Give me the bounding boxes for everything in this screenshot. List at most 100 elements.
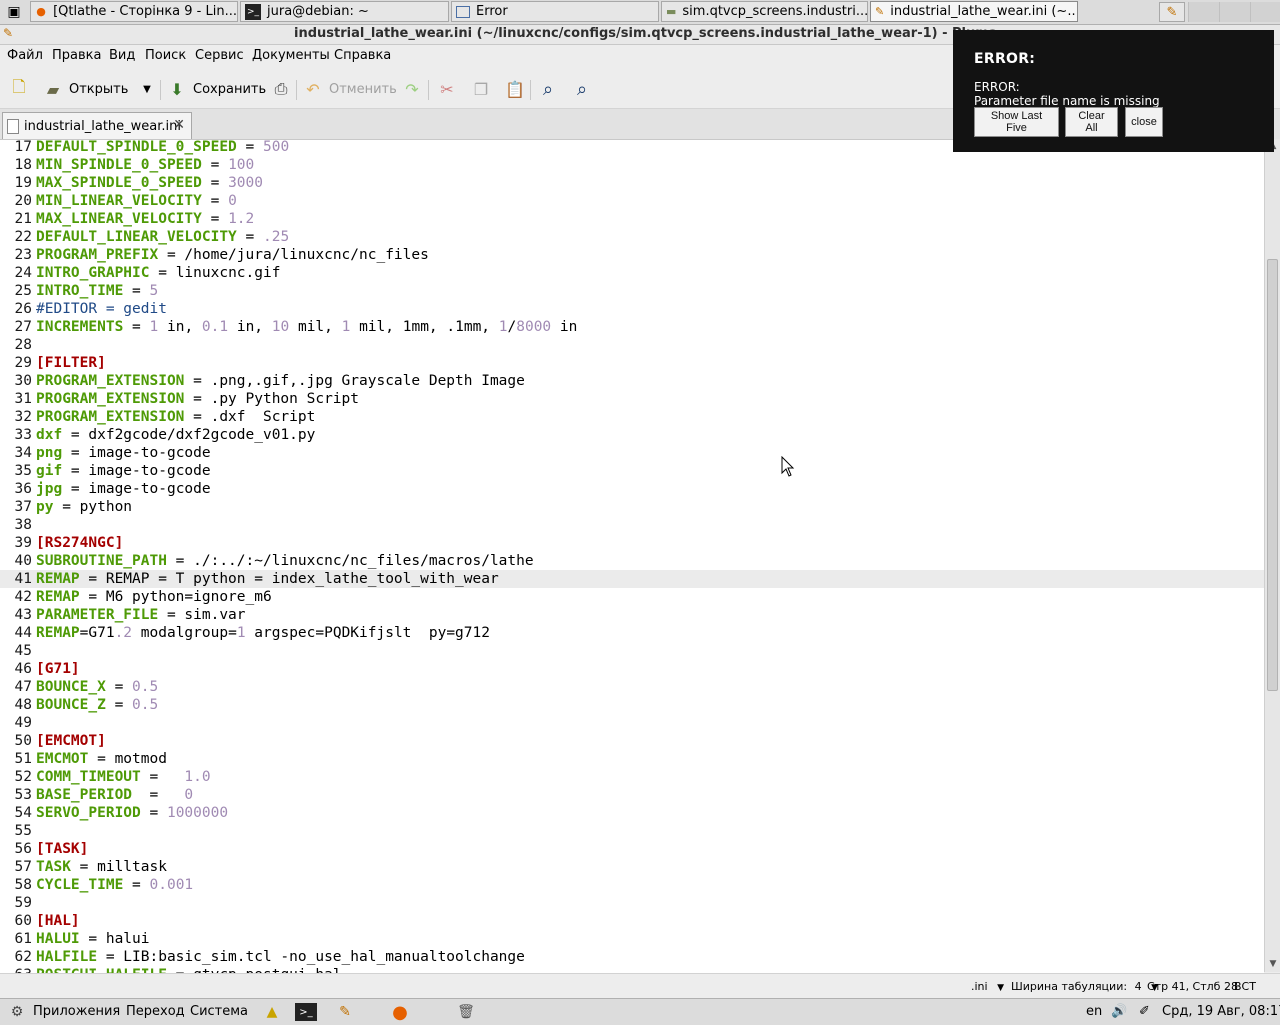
task-file-manager[interactable]: ▬ sim.qtvcp_screens.industri... xyxy=(661,1,868,22)
language-selector[interactable]: .ini ▼ xyxy=(971,980,1004,993)
code-line[interactable]: 29 [FILTER] xyxy=(0,354,1264,372)
code-line[interactable]: 46 [G71] xyxy=(0,660,1264,678)
code-line[interactable]: 24 INTRO_GRAPHIC = linuxcnc.gif xyxy=(0,264,1264,282)
menu-places[interactable]: Переход xyxy=(126,1004,185,1019)
code-line[interactable]: 49 xyxy=(0,714,1264,732)
code-line[interactable]: 56 [TASK] xyxy=(0,840,1264,858)
code-line[interactable]: 58 CYCLE_TIME = 0.001 xyxy=(0,876,1264,894)
code-line[interactable]: 27 INCREMENTS = 1 in, 0.1 in, 10 mil, 1 m… xyxy=(0,318,1264,336)
gnome-foot-icon[interactable]: ⚙ xyxy=(3,1001,31,1023)
code-line[interactable]: 21 MAX_LINEAR_VELOCITY = 1.2 xyxy=(0,210,1264,228)
code-line[interactable]: 32 PROGRAM_EXTENSION = .dxf Script xyxy=(0,408,1264,426)
code-line[interactable]: 48 BOUNCE_Z = 0.5 xyxy=(0,696,1264,714)
show-desktop-icon[interactable]: ▣ xyxy=(2,2,26,22)
menu-edit[interactable]: Правка xyxy=(52,48,101,63)
code-line[interactable]: 52 COMM_TIMEOUT = 1.0 xyxy=(0,768,1264,786)
code-line[interactable]: 35 gif = image-to-gcode xyxy=(0,462,1264,480)
code-line[interactable]: 40 SUBROUTINE_PATH = ./:../:~/linuxcnc/nc… xyxy=(0,552,1264,570)
code-line[interactable]: 50 [EMCMOT] xyxy=(0,732,1264,750)
code-line[interactable]: 38 xyxy=(0,516,1264,534)
code-line[interactable]: 41 REMAP = REMAP = T python = index_lathe… xyxy=(0,570,1264,588)
task-error[interactable]: Error xyxy=(451,1,659,22)
code-line[interactable]: 63 POSTGUI_HALFILE = qtvcp_postgui.hal xyxy=(0,966,1264,973)
code-line[interactable]: 47 BOUNCE_X = 0.5 xyxy=(0,678,1264,696)
trash-icon[interactable]: 🗑 xyxy=(452,1001,480,1023)
volume-icon[interactable]: 🔊 xyxy=(1111,1004,1127,1019)
task-firefox[interactable]: ● [Qtlathe - Сторінка 9 - Lin... xyxy=(30,1,238,22)
task-terminal[interactable]: >_ jura@debian: ~ xyxy=(240,1,449,22)
text-editor[interactable]: 17 DEFAULT_SPINDLE_0_SPEED = 500 18 MIN_SPI… xyxy=(0,139,1264,973)
scroll-down-icon[interactable]: ▼ xyxy=(1267,958,1279,970)
clear-all-button[interactable]: Clear All xyxy=(1065,107,1118,137)
cut-button[interactable]: ✂ xyxy=(436,76,463,102)
workspace-2[interactable] xyxy=(1219,2,1250,22)
paste-button[interactable]: 📋 xyxy=(504,76,531,102)
code-line[interactable]: 44 REMAP=G71.2 modalgroup=1 argspec=PQDKi… xyxy=(0,624,1264,642)
code-line[interactable]: 28 xyxy=(0,336,1264,354)
tab-width-selector[interactable]: Ширина табуляции: 4 ▼ xyxy=(1011,980,1158,993)
code-line[interactable]: 30 PROGRAM_EXTENSION = .png,.gif,.jpg Gra… xyxy=(0,372,1264,390)
code-line[interactable]: 25 INTRO_TIME = 5 xyxy=(0,282,1264,300)
vertical-scrollbar[interactable]: ▲ ▼ xyxy=(1264,139,1280,972)
menu-search[interactable]: Поиск xyxy=(145,48,186,63)
print-button[interactable]: ⎙ xyxy=(270,76,297,102)
code-line[interactable]: 59 xyxy=(0,894,1264,912)
code-line[interactable]: 61 HALUI = halui xyxy=(0,930,1264,948)
open-recent-dropdown[interactable]: ▼ xyxy=(136,76,163,102)
workspace-3[interactable] xyxy=(1250,2,1280,22)
show-last-five-button[interactable]: Show Last Five xyxy=(974,107,1059,137)
menu-view[interactable]: Вид xyxy=(109,48,135,63)
network-icon[interactable]: ✐ xyxy=(1139,1004,1150,1019)
code-line[interactable]: 62 HALFILE = LIB:basic_sim.tcl -no_use_ha… xyxy=(0,948,1264,966)
code-line[interactable]: 26 #EDITOR = gedit xyxy=(0,300,1264,318)
new-button[interactable]: 🗋 xyxy=(8,76,35,102)
find-button[interactable]: ⌕ xyxy=(537,76,564,102)
open-button[interactable]: ▰ Открыть xyxy=(42,76,129,102)
code-line[interactable]: 19 MAX_SPINDLE_0_SPEED = 3000 xyxy=(0,174,1264,192)
menu-file[interactable]: Файл xyxy=(7,48,43,63)
code-line[interactable]: 45 xyxy=(0,642,1264,660)
code-line[interactable]: 43 PARAMETER_FILE = sim.var xyxy=(0,606,1264,624)
scrollbar-thumb[interactable] xyxy=(1267,259,1278,691)
code-line[interactable]: 22 DEFAULT_LINEAR_VELOCITY = .25 xyxy=(0,228,1264,246)
menu-applications[interactable]: Приложения xyxy=(33,1004,120,1019)
task-pluma[interactable]: ✎ industrial_lathe_wear.ini (~... xyxy=(870,1,1078,22)
code-line[interactable]: 20 MIN_LINEAR_VELOCITY = 0 xyxy=(0,192,1264,210)
menu-tools[interactable]: Сервис xyxy=(195,48,244,63)
code-line[interactable]: 54 SERVO_PERIOD = 1000000 xyxy=(0,804,1264,822)
firefox-launcher-icon[interactable]: ● xyxy=(386,1001,414,1023)
workspace-1[interactable] xyxy=(1188,2,1219,22)
code-line[interactable]: 33 dxf = dxf2gcode/dxf2gcode_v01.py xyxy=(0,426,1264,444)
terminal-launcher-icon[interactable]: >_ xyxy=(295,1003,317,1021)
code-line[interactable]: 53 BASE_PERIOD = 0 xyxy=(0,786,1264,804)
code-line[interactable]: 55 xyxy=(0,822,1264,840)
code-line[interactable]: 23 PROGRAM_PREFIX = /home/jura/linuxcnc/n… xyxy=(0,246,1264,264)
code-line[interactable]: 51 EMCMOT = motmod xyxy=(0,750,1264,768)
code-line[interactable]: 31 PROGRAM_EXTENSION = .py Python Script xyxy=(0,390,1264,408)
code-line[interactable]: 42 REMAP = M6 python=ignore_m6 xyxy=(0,588,1264,606)
redo-button[interactable]: ↷ xyxy=(401,76,428,102)
menu-documents[interactable]: Документы xyxy=(252,48,330,63)
menu-help[interactable]: Справка xyxy=(334,48,391,63)
code-token: 0 xyxy=(184,787,194,803)
find-replace-button[interactable]: ⌕ xyxy=(571,76,598,102)
code-line[interactable]: 57 TASK = milltask xyxy=(0,858,1264,876)
close-icon[interactable]: ✕ xyxy=(173,117,185,133)
save-button[interactable]: ⬇ Сохранить xyxy=(166,76,266,102)
code-line[interactable]: 34 png = image-to-gcode xyxy=(0,444,1264,462)
clock[interactable]: Срд, 19 Авг, 08:17 xyxy=(1162,1004,1280,1019)
text-editor-icon[interactable]: ✎ xyxy=(1159,2,1185,22)
text-editor-launcher-icon[interactable]: ✎ xyxy=(331,1001,359,1023)
copy-button[interactable]: ❐ xyxy=(470,76,497,102)
code-line[interactable]: 39 [RS274NGC] xyxy=(0,534,1264,552)
linuxcnc-launcher-icon[interactable]: ▲ xyxy=(258,1001,286,1023)
code-line[interactable]: 36 jpg = image-to-gcode xyxy=(0,480,1264,498)
keyboard-layout[interactable]: en xyxy=(1086,1004,1102,1019)
code-line[interactable]: 60 [HAL] xyxy=(0,912,1264,930)
code-line[interactable]: 18 MIN_SPINDLE_0_SPEED = 100 xyxy=(0,156,1264,174)
close-button[interactable]: close xyxy=(1125,107,1163,137)
undo-button[interactable]: ↶ Отменить xyxy=(302,76,397,102)
tab-industrial-lathe-wear[interactable]: industrial_lathe_wear.ini ✕ xyxy=(2,112,192,139)
code-line[interactable]: 37 py = python xyxy=(0,498,1264,516)
menu-system[interactable]: Система xyxy=(190,1004,248,1019)
